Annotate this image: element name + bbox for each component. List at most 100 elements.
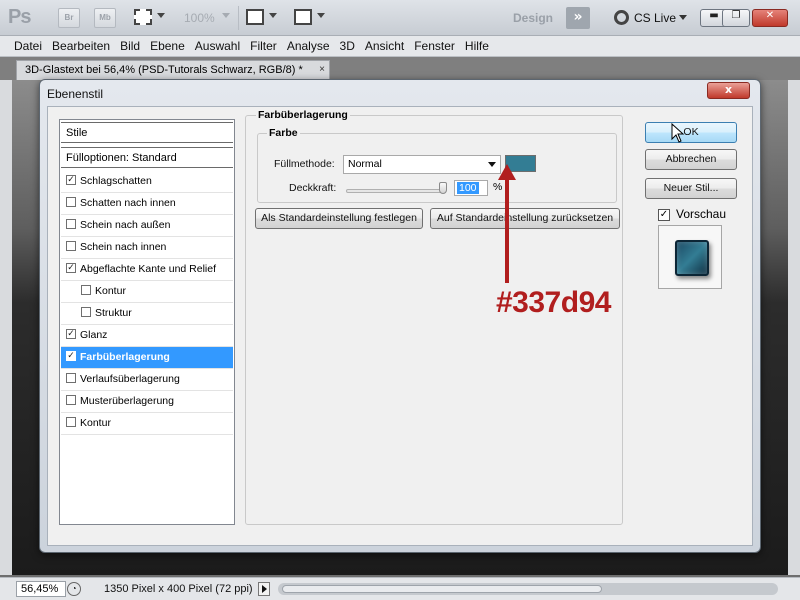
menu-bar: Datei Bearbeiten Bild Ebene Auswahl Filter Ana… (0, 36, 800, 57)
opacity-input[interactable]: 100 (454, 180, 488, 196)
photoshop-logo: Ps (8, 6, 31, 28)
close-window-button[interactable]: ✕ (752, 9, 788, 27)
set-default-button[interactable]: Als Standardeinstellung festlegen (255, 208, 423, 229)
view-extras-icon[interactable] (134, 9, 152, 25)
menu-hilfe[interactable]: Hilfe (460, 36, 494, 57)
dialog-body: Stile Fülloptionen: Standard ✓ Schlagscha… (47, 106, 753, 546)
dialog-title: Ebenenstil (47, 87, 104, 101)
cancel-button[interactable]: Abbrechen (645, 149, 737, 170)
close-tab-icon[interactable]: × (319, 64, 325, 75)
opacity-slider-thumb[interactable] (439, 182, 447, 194)
menu-filter[interactable]: Filter (245, 36, 282, 57)
style-item-checkbox[interactable] (66, 197, 76, 208)
document-tab-strip: 3D-Glastext bei 56,4% (PSD-Tutorals Schw… (0, 57, 800, 80)
style-item-label: Struktur (95, 307, 132, 319)
screen-mode-chevron-icon[interactable] (317, 13, 325, 18)
zoom-level-display[interactable]: 100% (184, 11, 215, 25)
reset-default-button[interactable]: Auf Standardeinstellung zurücksetzen (430, 208, 620, 229)
style-item-label: Musterüberlagerung (80, 395, 174, 407)
launch-minibridge-button[interactable]: Mb (94, 8, 116, 28)
style-item-label: Glanz (80, 329, 108, 341)
menu-datei[interactable]: Datei (9, 36, 47, 57)
restore-button[interactable]: ❐ (722, 9, 750, 27)
cs-live-label: CS Live (634, 10, 677, 25)
style-preview (658, 225, 722, 289)
style-item-label: Schlagschatten (80, 175, 152, 187)
style-item[interactable]: Kontur (61, 281, 233, 303)
style-item-checkbox[interactable] (66, 395, 76, 406)
style-item[interactable]: Musterüberlagerung (61, 391, 233, 413)
preview-checkbox[interactable]: ✓ (658, 209, 670, 221)
style-item[interactable]: Schatten nach innen (61, 193, 233, 215)
menu-fenster[interactable]: Fenster (409, 36, 460, 57)
menu-analyse[interactable]: Analyse (282, 36, 335, 57)
style-item-checkbox[interactable] (66, 373, 76, 384)
opacity-label: Deckkraft: (289, 182, 337, 194)
style-item-checkbox[interactable]: ✓ (66, 263, 76, 274)
horizontal-scrollbar[interactable] (278, 583, 778, 595)
style-item-label: Kontur (95, 285, 126, 297)
blend-mode-label: Füllmethode: (274, 158, 335, 170)
styles-header-item[interactable]: Stile (61, 122, 233, 143)
opacity-slider-track[interactable] (346, 189, 446, 193)
canvas-left-gutter (0, 80, 12, 575)
cs-live-icon (614, 10, 629, 26)
annotation-hex-label: #337d94 (496, 286, 611, 319)
style-item[interactable]: ✓ Farbüberlagerung (61, 347, 233, 369)
arrange-chevron-icon[interactable] (269, 13, 277, 18)
menu-bearbeiten[interactable]: Bearbeiten (47, 36, 115, 57)
style-item-checkbox[interactable]: ✓ (66, 351, 76, 362)
status-bar: 56,45% ◔ 1350 Pixel x 400 Pixel (72 ppi) (0, 577, 800, 600)
fill-options-item[interactable]: Fülloptionen: Standard (61, 147, 233, 168)
preview-label: Vorschau (676, 207, 727, 221)
style-item-label: Schein nach innen (80, 241, 167, 253)
document-profile-icon[interactable]: ◔ (67, 582, 81, 596)
style-item[interactable]: Schein nach außen (61, 215, 233, 237)
color-group-title: Farbe (267, 127, 300, 139)
style-item-label: Farbüberlagerung (80, 351, 170, 363)
workspace-expand-button[interactable]: » (566, 7, 590, 29)
style-item-checkbox[interactable] (66, 219, 76, 230)
style-item[interactable]: Verlaufsüberlagerung (61, 369, 233, 391)
style-item[interactable]: Schein nach innen (61, 237, 233, 259)
arrange-documents-icon[interactable] (246, 9, 264, 25)
style-item-checkbox[interactable] (66, 241, 76, 252)
launch-bridge-button[interactable]: Br (58, 8, 80, 28)
cs-live-chevron-icon (679, 15, 688, 21)
style-item-checkbox[interactable] (66, 417, 76, 428)
screen-mode-icon[interactable] (294, 9, 312, 25)
cs-live-menu[interactable]: CS Live (614, 10, 688, 28)
dialog-close-button[interactable]: x (707, 82, 750, 99)
menu-ansicht[interactable]: Ansicht (360, 36, 409, 57)
mouse-cursor-icon (671, 123, 685, 143)
style-item-checkbox[interactable] (81, 307, 91, 318)
status-zoom-field[interactable]: 56,45% (16, 581, 66, 597)
blend-mode-select[interactable]: Normal (343, 155, 501, 174)
style-item[interactable]: Kontur (61, 413, 233, 435)
menu-3d[interactable]: 3D (335, 36, 360, 57)
style-item-checkbox[interactable]: ✓ (66, 329, 76, 340)
dialog-titlebar[interactable]: Ebenenstil x (40, 80, 760, 106)
menu-auswahl[interactable]: Auswahl (190, 36, 245, 57)
menu-bild[interactable]: Bild (115, 36, 145, 57)
ok-button[interactable]: OK (645, 122, 737, 143)
style-item[interactable]: ✓ Abgeflachte Kante und Relief (61, 259, 233, 281)
status-menu-arrow-icon[interactable] (258, 582, 270, 596)
zoom-chevron-icon[interactable] (222, 13, 230, 18)
document-tab-title: 3D-Glastext bei 56,4% (PSD-Tutorals Schw… (25, 64, 303, 76)
style-item-checkbox[interactable] (81, 285, 91, 296)
document-tab[interactable]: 3D-Glastext bei 56,4% (PSD-Tutorals Schw… (16, 60, 330, 80)
horizontal-scroll-thumb[interactable] (282, 585, 602, 593)
style-item-label: Abgeflachte Kante und Relief (80, 263, 217, 275)
vertical-scrollbar[interactable] (788, 80, 800, 575)
new-style-button[interactable]: Neuer Stil... (645, 178, 737, 199)
style-item-checkbox[interactable]: ✓ (66, 175, 76, 186)
view-extras-chevron-icon[interactable] (157, 13, 165, 18)
style-item-label: Schein nach außen (80, 219, 171, 231)
color-overlay-title: Farbüberlagerung (256, 109, 350, 121)
workspace-design-label[interactable]: Design (513, 11, 553, 25)
menu-ebene[interactable]: Ebene (145, 36, 190, 57)
style-item[interactable]: ✓ Schlagschatten (61, 171, 233, 193)
style-item[interactable]: Struktur (61, 303, 233, 325)
style-item[interactable]: ✓ Glanz (61, 325, 233, 347)
